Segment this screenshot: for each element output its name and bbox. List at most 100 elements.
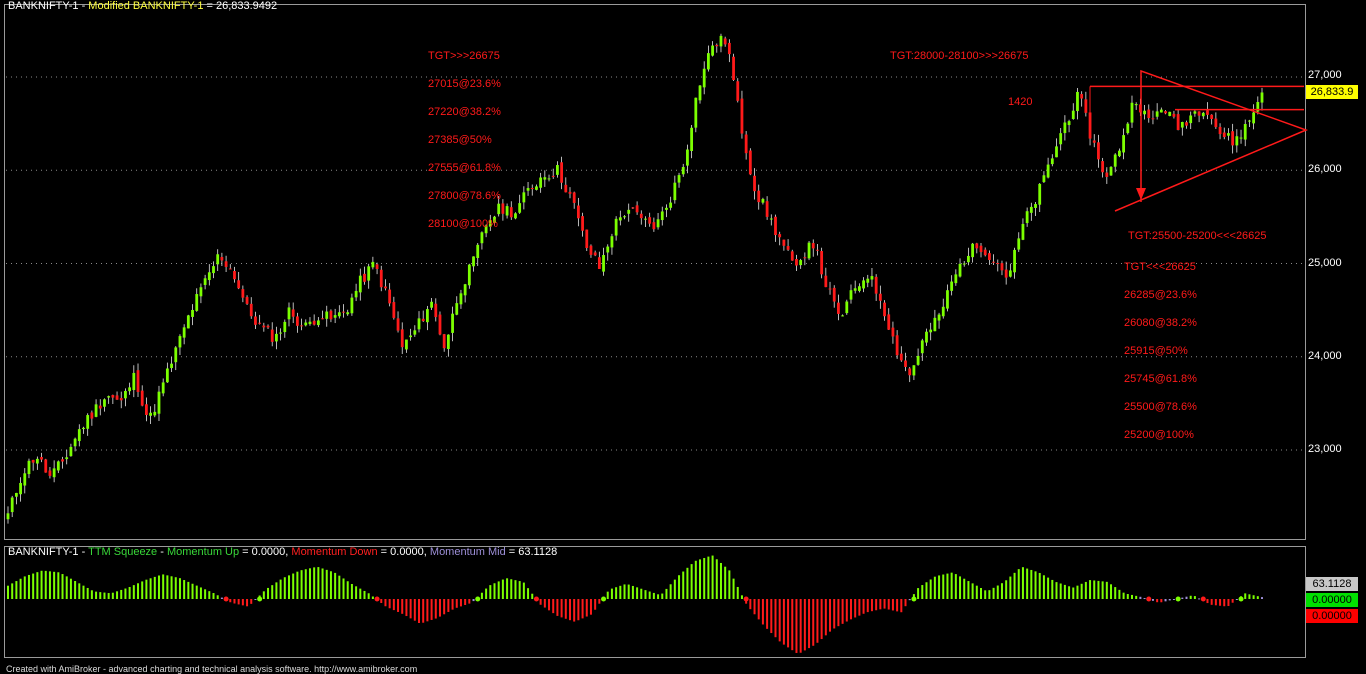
momentum-bar bbox=[992, 587, 995, 599]
momentum-bar bbox=[128, 586, 131, 599]
momentum-bar bbox=[636, 587, 639, 599]
candle bbox=[1017, 238, 1021, 250]
indicator-up-label: Momentum Up bbox=[166, 546, 240, 558]
candle bbox=[417, 318, 421, 330]
momentum-bar bbox=[141, 581, 144, 599]
candle bbox=[400, 329, 404, 348]
momentum-bar bbox=[279, 579, 282, 599]
momentum-bar bbox=[23, 576, 26, 599]
candle bbox=[820, 251, 824, 275]
momentum-bar bbox=[631, 585, 634, 599]
candle bbox=[589, 245, 593, 255]
candle bbox=[136, 370, 140, 393]
squeeze-dot bbox=[475, 596, 481, 602]
indicator-down-label: Momentum Down bbox=[291, 546, 378, 558]
candle bbox=[1206, 110, 1209, 115]
momentum-bar bbox=[1256, 596, 1259, 599]
candle bbox=[505, 206, 509, 216]
momentum-bar bbox=[1101, 581, 1104, 599]
points-annotation: 1420 bbox=[1008, 96, 1033, 108]
candle bbox=[950, 281, 954, 291]
momentum-bar bbox=[589, 599, 592, 615]
indicator-title-name: TTM Squeeze bbox=[88, 546, 158, 558]
candle bbox=[946, 290, 949, 309]
candle bbox=[853, 288, 857, 291]
candle bbox=[698, 85, 702, 101]
candle bbox=[887, 314, 891, 330]
fib-annotation: 25745@61.8% bbox=[1124, 373, 1197, 385]
momentum-bar bbox=[778, 599, 781, 642]
candle bbox=[1105, 172, 1109, 177]
momentum-bar bbox=[1068, 586, 1071, 599]
candle bbox=[14, 492, 18, 497]
momentum-bar bbox=[149, 578, 152, 599]
candle bbox=[40, 457, 43, 460]
squeeze-dot bbox=[1200, 596, 1206, 602]
momentum-bar bbox=[564, 599, 567, 619]
candle bbox=[681, 166, 685, 175]
candle bbox=[300, 325, 303, 327]
momentum-bar bbox=[1139, 596, 1142, 599]
momentum-bar bbox=[237, 599, 240, 605]
momentum-bar bbox=[497, 581, 500, 599]
candle bbox=[1029, 206, 1033, 213]
price-gridlines bbox=[6, 76, 1304, 451]
momentum-bar bbox=[401, 599, 404, 614]
candle bbox=[1000, 263, 1004, 271]
momentum-bar bbox=[854, 599, 857, 618]
candle bbox=[321, 318, 324, 320]
candle bbox=[48, 470, 52, 476]
momentum-bar bbox=[397, 599, 400, 612]
momentum-bar bbox=[1210, 599, 1213, 605]
candle bbox=[182, 327, 186, 338]
momentum-bar bbox=[816, 599, 819, 643]
momentum-bar bbox=[644, 590, 647, 599]
candle bbox=[987, 253, 991, 260]
candle bbox=[757, 190, 761, 203]
candle bbox=[467, 264, 471, 286]
candle bbox=[1151, 118, 1155, 120]
squeeze-dot bbox=[257, 596, 263, 602]
candle bbox=[878, 293, 882, 301]
candle bbox=[262, 325, 266, 328]
momentum-bar bbox=[229, 599, 232, 603]
candle bbox=[371, 261, 375, 268]
candle bbox=[564, 184, 568, 193]
candle bbox=[279, 332, 283, 334]
candle bbox=[425, 309, 429, 323]
candle bbox=[103, 399, 106, 407]
momentum-bar bbox=[480, 592, 483, 599]
candle bbox=[711, 45, 714, 56]
candle bbox=[694, 97, 698, 128]
momentum-bar bbox=[1059, 583, 1062, 599]
momentum-up-badge: 0.00000 bbox=[1306, 593, 1358, 607]
candle bbox=[409, 335, 413, 338]
momentum-bar bbox=[304, 569, 307, 599]
candle bbox=[10, 497, 14, 513]
candle bbox=[1050, 158, 1054, 165]
momentum-bar bbox=[451, 599, 454, 610]
candle bbox=[908, 368, 912, 376]
candle bbox=[962, 263, 966, 265]
candle bbox=[31, 459, 35, 463]
momentum-bar bbox=[1156, 599, 1159, 603]
momentum-bar bbox=[1038, 572, 1041, 599]
momentum-bar bbox=[455, 599, 458, 608]
momentum-bar bbox=[1227, 599, 1230, 606]
momentum-bar bbox=[657, 594, 660, 599]
candle bbox=[207, 272, 211, 281]
candle bbox=[769, 218, 773, 220]
candle bbox=[765, 201, 769, 217]
candle bbox=[778, 234, 782, 238]
candle bbox=[644, 218, 647, 220]
momentum-bar bbox=[766, 599, 769, 629]
fib-annotation: 27220@38.2% bbox=[428, 106, 501, 118]
candle bbox=[308, 321, 312, 325]
candle bbox=[258, 322, 262, 324]
candle bbox=[367, 266, 371, 281]
momentum-bar bbox=[1055, 582, 1058, 599]
momentum-bar bbox=[820, 599, 823, 640]
candle bbox=[119, 397, 123, 401]
candle bbox=[556, 165, 559, 175]
momentum-bar bbox=[774, 599, 777, 638]
